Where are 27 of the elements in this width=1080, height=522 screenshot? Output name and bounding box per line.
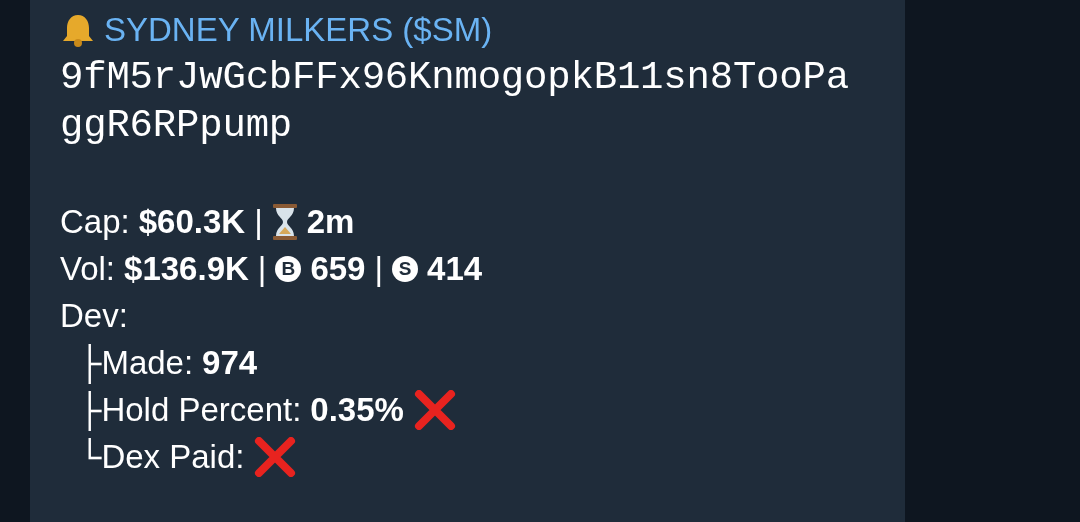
value-text: 974	[202, 343, 258, 382]
label-text: |	[374, 249, 384, 288]
label-text: Vol:	[60, 249, 116, 288]
label-text: Dev:	[60, 296, 128, 335]
label-text: |	[257, 249, 267, 288]
contract-address: 9fM5rJwGcbFFx96KnmogopkB11sn8TooPaggR6RPpump	[60, 55, 850, 150]
token-title: SYDNEY MILKERS ($SM)	[104, 11, 493, 49]
value-text: $136.9K	[124, 249, 249, 288]
label-text: Hold Percent:	[101, 390, 302, 428]
tree-branch: ├	[78, 390, 102, 429]
value-text: 2m	[306, 202, 355, 241]
label-text: |	[254, 202, 263, 241]
cross-icon	[412, 389, 457, 430]
value-text: 414	[427, 249, 483, 288]
hourglass-icon	[271, 202, 298, 241]
value-text: $60.3K	[138, 202, 246, 241]
bell-icon	[60, 12, 96, 48]
tree-branch: ├	[78, 343, 102, 382]
cross-icon	[253, 436, 298, 477]
tree-branch: └	[78, 437, 102, 476]
letter-marker: B	[275, 255, 302, 282]
label-text: Dex Paid:	[101, 437, 245, 476]
label-text: Made:	[101, 343, 194, 381]
label-text: Cap:	[60, 202, 130, 241]
value-text: 659	[310, 249, 366, 288]
value-text: 0.35%	[310, 390, 404, 429]
letter-marker: S	[392, 255, 419, 282]
